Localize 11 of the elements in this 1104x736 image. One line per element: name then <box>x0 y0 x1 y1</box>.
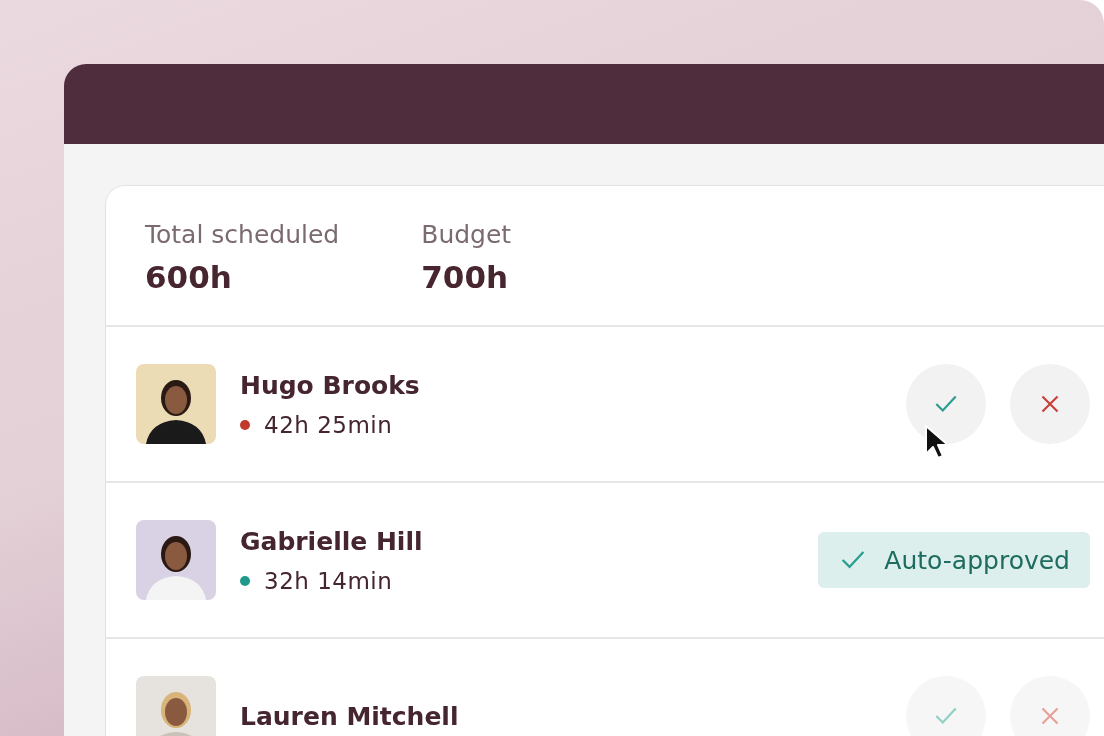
stat-label: Budget <box>421 220 512 249</box>
hours-text: 32h 14min <box>264 567 393 594</box>
person-name: Lauren Mitchell <box>240 701 460 731</box>
approved-badge: Auto-approved <box>818 532 1090 588</box>
stat-value: 700h <box>421 259 510 295</box>
reject-button[interactable] <box>1010 676 1090 736</box>
person-name: Gabrielle Hill <box>240 526 424 556</box>
stat-label: Total scheduled <box>145 220 340 249</box>
person-name: Hugo Brooks <box>240 370 421 400</box>
stat-value: 600h <box>145 259 233 295</box>
hours-text: 42h 25min <box>264 411 393 438</box>
